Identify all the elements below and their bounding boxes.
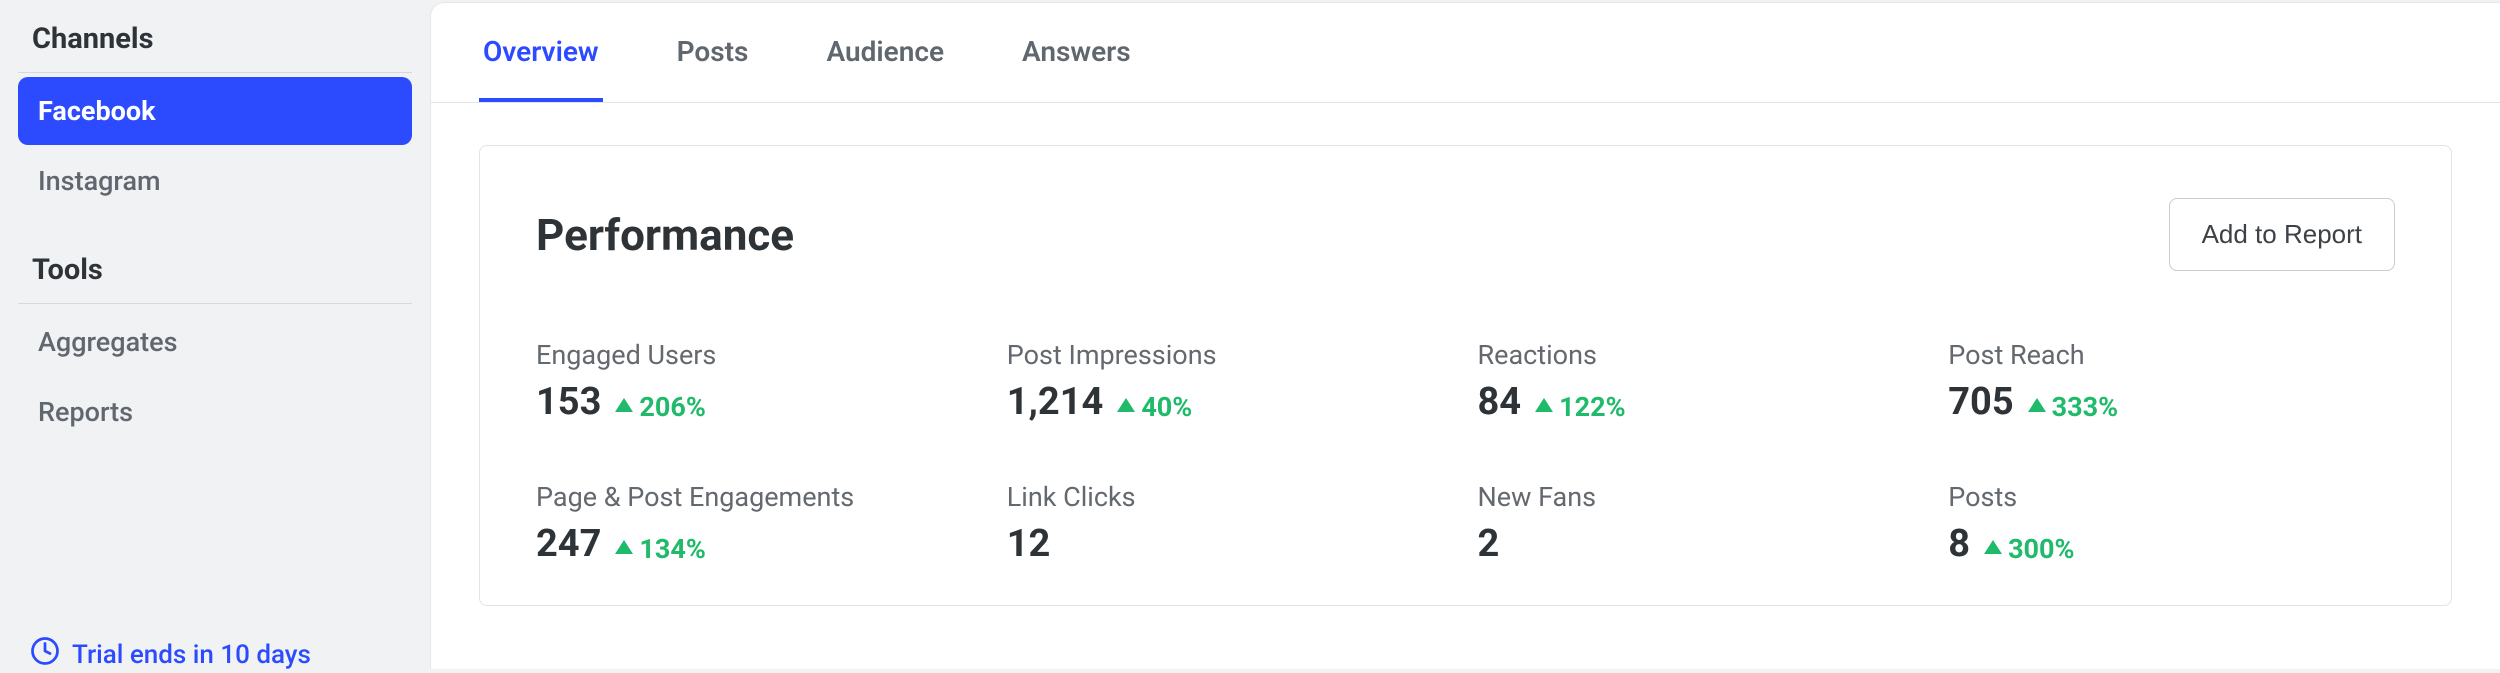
metric-cell[interactable]: Engaged Users 153 206% (536, 339, 983, 423)
trial-notice[interactable]: Trial ends in 10 days (30, 636, 311, 673)
tab-label: Audience (826, 35, 944, 68)
metric-cell[interactable]: Page & Post Engagements 247 134% (536, 481, 983, 565)
metric-value-row: 1,214 40% (1007, 383, 1454, 423)
sidebar-item-label: Facebook (38, 95, 156, 127)
sidebar-section-tools-title: Tools (18, 243, 412, 304)
metric-delta-text: 40% (1141, 391, 1192, 423)
metric-value: 8 (1948, 525, 1970, 563)
app-root: Channels Facebook Instagram Tools Aggreg… (0, 0, 2500, 669)
clock-icon (30, 636, 60, 673)
metric-cell[interactable]: Link Clicks 12 (1007, 481, 1454, 565)
metric-value-row: 12 (1007, 525, 1454, 563)
metric-delta-text: 333% (2052, 391, 2118, 423)
tab-label: Answers (1022, 35, 1131, 68)
metric-value: 2 (1478, 525, 1500, 563)
metric-delta: 333% (2028, 391, 2118, 423)
tab-posts[interactable]: Posts (673, 3, 753, 102)
metric-delta: 134% (615, 533, 705, 565)
metric-delta: 300% (1984, 533, 2074, 565)
metric-label: Posts (1948, 481, 2395, 513)
metric-delta: 206% (615, 391, 705, 423)
triangle-up-icon (1117, 398, 1135, 412)
add-to-report-button[interactable]: Add to Report (2169, 198, 2395, 271)
metric-delta-text: 122% (1559, 391, 1625, 423)
content-area: Performance Add to Report Engaged Users 1… (431, 103, 2500, 669)
metrics-grid: Engaged Users 153 206% Post Impressions 1,21… (536, 339, 2395, 565)
metric-label: Engaged Users (536, 339, 983, 371)
metric-value: 1,214 (1007, 383, 1104, 421)
metric-value-row: 8 300% (1948, 525, 2395, 565)
metric-label: Page & Post Engagements (536, 481, 983, 513)
metric-value: 153 (536, 383, 601, 421)
metric-delta: 122% (1535, 391, 1625, 423)
tab-overview[interactable]: Overview (479, 3, 603, 102)
sidebar-item-reports[interactable]: Reports (18, 378, 412, 446)
triangle-up-icon (1535, 398, 1553, 412)
metric-cell[interactable]: Reactions 84 122% (1478, 339, 1925, 423)
metric-label: Post Reach (1948, 339, 2395, 371)
metric-value-row: 705 333% (1948, 383, 2395, 423)
tab-audience[interactable]: Audience (822, 3, 948, 102)
metric-value-row: 247 134% (536, 525, 983, 565)
metric-label: Post Impressions (1007, 339, 1454, 371)
metric-label: New Fans (1478, 481, 1925, 513)
sidebar-item-label: Reports (38, 396, 133, 428)
sidebar-item-instagram[interactable]: Instagram (18, 147, 412, 215)
tab-answers[interactable]: Answers (1018, 3, 1135, 102)
triangle-up-icon (615, 540, 633, 554)
sidebar-spacer (18, 215, 412, 243)
metric-label: Reactions (1478, 339, 1925, 371)
sidebar: Channels Facebook Instagram Tools Aggreg… (0, 0, 430, 669)
main-panel: Overview Posts Audience Answers Performa… (430, 2, 2500, 669)
card-title: Performance (536, 209, 794, 261)
metric-value: 247 (536, 525, 601, 563)
trial-notice-text: Trial ends in 10 days (72, 640, 311, 670)
triangle-up-icon (615, 398, 633, 412)
metric-value-row: 2 (1478, 525, 1925, 563)
card-header: Performance Add to Report (536, 198, 2395, 271)
metric-delta: 40% (1117, 391, 1192, 423)
metric-value: 84 (1478, 383, 1522, 421)
metric-value: 705 (1948, 383, 2013, 421)
metric-delta-text: 134% (639, 533, 705, 565)
metric-cell[interactable]: Post Impressions 1,214 40% (1007, 339, 1454, 423)
metric-delta-text: 300% (2008, 533, 2074, 565)
sidebar-item-facebook[interactable]: Facebook (18, 77, 412, 145)
metric-value-row: 153 206% (536, 383, 983, 423)
metric-value-row: 84 122% (1478, 383, 1925, 423)
triangle-up-icon (2028, 398, 2046, 412)
metric-label: Link Clicks (1007, 481, 1454, 513)
sidebar-item-aggregates[interactable]: Aggregates (18, 308, 412, 376)
tab-label: Posts (677, 35, 749, 68)
triangle-up-icon (1984, 540, 2002, 554)
tabs: Overview Posts Audience Answers (431, 3, 2500, 103)
metric-cell[interactable]: Posts 8 300% (1948, 481, 2395, 565)
tab-label: Overview (483, 35, 599, 68)
metric-delta-text: 206% (639, 391, 705, 423)
sidebar-item-label: Instagram (38, 165, 161, 197)
performance-card: Performance Add to Report Engaged Users 1… (479, 145, 2452, 606)
metric-value: 12 (1007, 525, 1051, 563)
metric-cell[interactable]: New Fans 2 (1478, 481, 1925, 565)
metric-cell[interactable]: Post Reach 705 333% (1948, 339, 2395, 423)
sidebar-section-channels-title: Channels (18, 12, 412, 73)
sidebar-item-label: Aggregates (38, 326, 177, 358)
